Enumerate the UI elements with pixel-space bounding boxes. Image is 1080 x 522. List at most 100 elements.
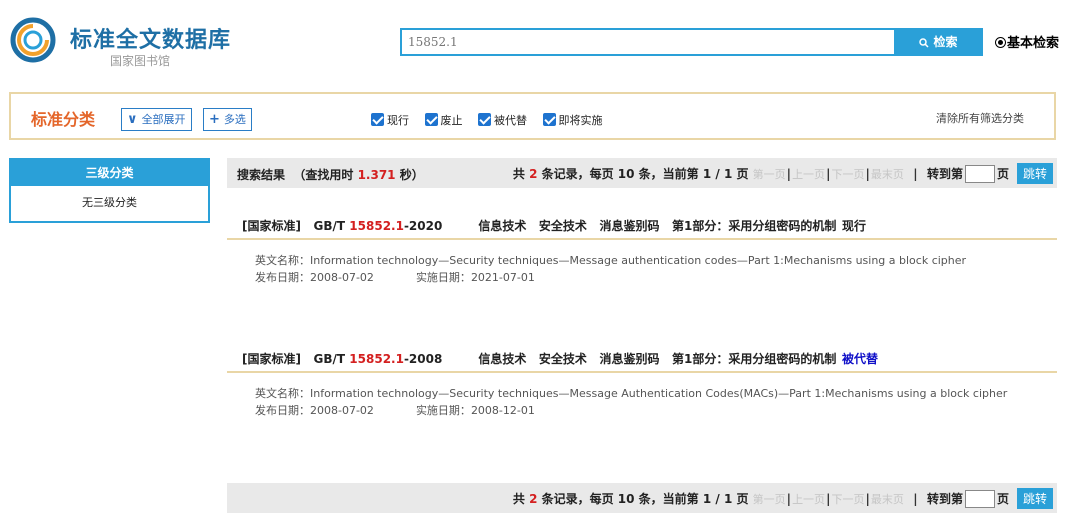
goto-prefix: 转到第 [926,167,963,181]
plus-icon: + [209,112,220,127]
filter-bar: 标准分类 ∨ 全部展开 + 多选 现行 废止 被代替 即将实施 清除所有筛选分类 [9,92,1056,140]
result-title-part: 安全技术 [538,219,587,233]
jump-button[interactable]: 跳转 [1016,163,1053,184]
checkbox-label: 现行 [387,114,409,127]
english-name-label: 英文名称： [255,387,310,400]
implement-date: 2008-12-01 [470,404,535,417]
result-code-prefix: GB/T [313,219,346,233]
goto-suffix: 页 [996,167,1009,181]
total-count: 2 [529,167,538,181]
jump-button[interactable]: 跳转 [1016,488,1053,509]
multi-select-label: 多选 [223,113,246,126]
result-title-part: 消息鉴别码 [599,219,660,233]
library-logo-icon [10,17,56,63]
result-title-part: 安全技术 [538,352,587,366]
total-count: 2 [529,492,538,506]
result-meta: 英文名称：Information technology—Security tec… [227,252,1057,286]
search-time-value: 1.371 [357,168,396,182]
result-status: 现行 [842,219,867,233]
results-info: 搜索结果 （查找用时 1.371 秒） [237,166,424,183]
goto-prefix: 转到第 [926,492,963,506]
prev-page-link[interactable]: 上一页 [792,493,825,506]
result-code-suffix: -2008 [403,352,443,366]
checkbox-replaced[interactable]: 被代替 [478,112,527,128]
checkbox-checked-icon [478,113,491,126]
result-title-part: 第1部分：采用分组密码的机制 [672,219,837,233]
result-code-prefix: GB/T [313,352,346,366]
search-icon [919,38,930,48]
english-name: Information technology—Security techniqu… [310,387,1008,400]
results-header-bar: 搜索结果 （查找用时 1.371 秒） 共 2 条记录，每页 10 条，当前第 … [227,158,1057,188]
page-number-input[interactable] [964,165,995,183]
clear-filters-link[interactable]: 清除所有筛选分类 [936,110,1024,126]
checkbox-label: 即将实施 [558,114,603,127]
publish-date-label: 发布日期： [255,271,310,284]
radio-selected-icon [995,37,1006,48]
basic-search-radio[interactable]: 基本检索 [995,32,1059,51]
implement-date: 2021-07-01 [470,271,535,284]
expand-all-label: 全部展开 [141,113,186,126]
next-page-link[interactable]: 下一页 [831,168,864,181]
implement-date-label: 实施日期： [415,271,471,284]
result-title-link[interactable]: [国家标准] GB/T 15852.1-2008 信息技术 安全技术 消息鉴别码 … [227,349,1057,373]
next-page-link[interactable]: 下一页 [831,493,864,506]
category-sidebar: 三级分类 无三级分类 [9,158,210,223]
result-code-highlight: 15852.1 [349,219,404,233]
prev-page-link[interactable]: 上一页 [792,168,825,181]
chevron-down-icon: ∨ [127,112,138,127]
checkbox-label: 被代替 [494,114,527,127]
result-title-part: 第1部分：采用分组密码的机制 [672,352,837,366]
sidebar-item-none: 无三级分类 [82,196,137,209]
result-title-part: 消息鉴别码 [599,352,660,366]
last-page-link[interactable]: 最末页 [871,493,904,506]
result-meta: 英文名称：Information technology—Security tec… [227,385,1057,419]
pager-top: 共 2 条记录，每页 10 条，当前第 1 / 1 页 第一页|上一页|下一页|… [513,163,1053,184]
result-code-suffix: -2020 [403,219,443,233]
search-time-suffix: 秒） [399,168,424,182]
implement-date-label: 实施日期： [415,404,471,417]
checkbox-abolished[interactable]: 废止 [424,112,463,128]
result-category: [国家标准] [242,352,301,366]
result-item: [国家标准] GB/T 15852.1-2020 信息技术 安全技术 消息鉴别码 … [227,216,1057,286]
result-title-part: 信息技术 [478,352,527,366]
first-page-link[interactable]: 第一页 [753,493,786,506]
result-code-highlight: 15852.1 [349,352,404,366]
total-suffix: 条记录，每页 10 条，当前第 1 / 1 页 [541,167,749,181]
result-title-link[interactable]: [国家标准] GB/T 15852.1-2020 信息技术 安全技术 消息鉴别码 … [227,216,1057,240]
publish-date: 2008-07-02 [310,404,374,417]
page-number-input[interactable] [964,490,995,508]
pager-bottom: 共 2 条记录，每页 10 条，当前第 1 / 1 页 第一页|上一页|下一页|… [513,488,1053,509]
multi-select-button[interactable]: + 多选 [203,108,252,131]
checkbox-current[interactable]: 现行 [371,112,409,128]
search-button[interactable]: 检索 [894,28,983,56]
last-page-link[interactable]: 最末页 [871,168,904,181]
publish-date-label: 发布日期： [255,404,310,417]
search-time-prefix: （查找用时 [293,168,354,182]
basic-search-label: 基本检索 [1007,36,1060,51]
expand-all-button[interactable]: ∨ 全部展开 [121,108,192,131]
status-filter-group: 现行 废止 被代替 即将实施 [371,112,615,128]
search-button-label: 检索 [933,35,958,49]
result-item: [国家标准] GB/T 15852.1-2008 信息技术 安全技术 消息鉴别码 … [227,349,1057,419]
site-title: 标准全文数据库 [70,28,232,53]
checkbox-checked-icon [371,113,384,126]
checkbox-checked-icon [542,113,556,126]
results-footer-bar: 共 2 条记录，每页 10 条，当前第 1 / 1 页 第一页|上一页|下一页|… [227,483,1057,513]
total-suffix: 条记录，每页 10 条，当前第 1 / 1 页 [541,492,749,506]
checkbox-upcoming[interactable]: 即将实施 [542,112,603,128]
sidebar-heading: 三级分类 [11,160,208,186]
checkbox-label: 废止 [440,114,463,127]
search-input[interactable]: 15852.1 [400,28,894,56]
total-prefix: 共 [512,167,525,181]
first-page-link[interactable]: 第一页 [753,168,786,181]
goto-suffix: 页 [996,492,1009,506]
result-status: 被代替 [842,352,879,366]
site-subtitle: 国家图书馆 [110,54,171,68]
result-title-part: 信息技术 [478,219,527,233]
filter-title: 标准分类 [31,110,96,129]
publish-date: 2008-07-02 [310,271,374,284]
english-name-label: 英文名称： [255,254,310,267]
results-label: 搜索结果 [237,168,286,182]
total-prefix: 共 [512,492,525,506]
result-category: [国家标准] [242,219,301,233]
